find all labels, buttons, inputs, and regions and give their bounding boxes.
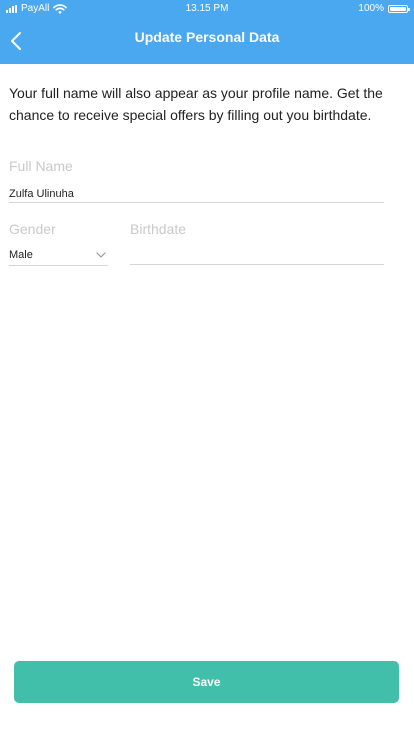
battery-icon bbox=[388, 5, 410, 13]
gender-label: Gender bbox=[9, 221, 56, 237]
gender-value: Male bbox=[9, 249, 33, 261]
full-name-label: Full Name bbox=[9, 158, 73, 174]
header-bar: PayAll 13.15 PM 100% Update Personal Dat… bbox=[0, 0, 414, 64]
save-button-label: Save bbox=[192, 675, 221, 689]
page-title: Update Personal Data bbox=[134, 29, 280, 45]
update-personal-data-screen: PayAll 13.15 PM 100% Update Personal Dat… bbox=[0, 0, 414, 736]
status-right: 100% bbox=[358, 0, 410, 18]
chevron-down-icon bbox=[96, 252, 106, 258]
status-bar: PayAll 13.15 PM 100% bbox=[0, 0, 414, 18]
save-button[interactable]: Save bbox=[14, 661, 399, 703]
full-name-input[interactable] bbox=[9, 185, 384, 203]
battery-percent: 100% bbox=[358, 3, 384, 14]
birthdate-input[interactable] bbox=[130, 247, 384, 265]
intro-text: Your full name will also appear as your … bbox=[9, 85, 383, 123]
birthdate-label: Birthdate bbox=[130, 221, 187, 237]
gender-select[interactable]: Male bbox=[9, 247, 108, 266]
status-time: 13.15 PM bbox=[185, 3, 229, 14]
